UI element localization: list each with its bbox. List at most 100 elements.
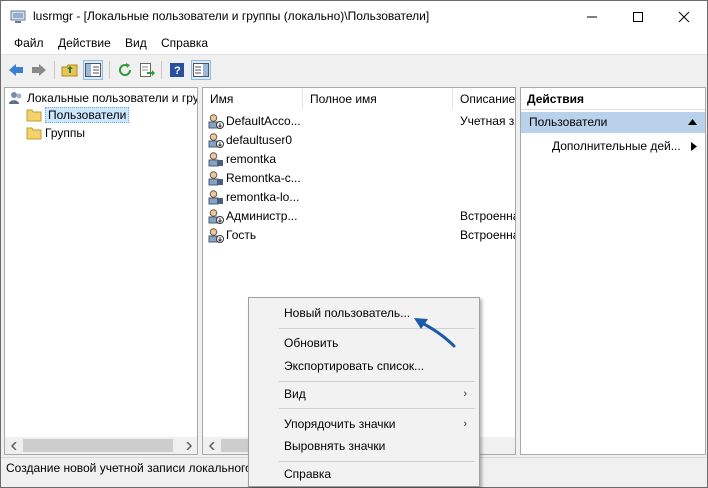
user-name: remontka-lo... <box>226 190 300 204</box>
table-row[interactable]: Remontka-c... <box>203 168 515 187</box>
user-description: Встроенна <box>460 209 516 223</box>
back-button[interactable] <box>6 60 26 80</box>
column-header-description[interactable]: Описание <box>453 88 515 110</box>
user-icon <box>208 190 223 205</box>
scroll-right-button[interactable] <box>180 437 197 454</box>
table-row[interactable]: Гость Встроенна <box>203 225 515 244</box>
toolbar: ? <box>1 54 707 84</box>
back-arrow-icon <box>9 64 23 76</box>
tree-item-groups[interactable]: Группы <box>26 124 85 142</box>
menu-separator <box>279 408 475 409</box>
align-label: Выровнять значки <box>284 439 386 453</box>
menu-separator <box>279 381 475 382</box>
computer-management-icon <box>10 10 26 23</box>
show-action-pane-button[interactable] <box>191 60 211 80</box>
table-row[interactable]: remontka-lo... <box>203 187 515 206</box>
window-title: lusrmgr - [Локальные пользователи и груп… <box>33 9 430 23</box>
user-name: remontka <box>226 152 277 166</box>
folder-icon <box>26 127 42 140</box>
actions-section-users[interactable]: Пользователи <box>521 112 705 133</box>
tree-root[interactable]: Локальные пользователи и гру <box>8 89 198 107</box>
toolbar-separator <box>109 61 110 79</box>
minimize-icon <box>587 16 597 18</box>
tree-item-users[interactable]: Пользователи <box>26 106 130 124</box>
chevron-right-icon: › <box>463 418 467 430</box>
annotation-arrow-icon <box>414 318 456 348</box>
user-name: Remontka-c... <box>226 171 301 185</box>
export-label: Экспортировать список... <box>284 359 425 373</box>
export-icon <box>140 63 155 77</box>
scroll-thumb[interactable] <box>23 439 173 452</box>
refresh-icon <box>119 63 132 76</box>
scroll-left-button[interactable] <box>5 437 22 454</box>
close-button[interactable] <box>661 1 707 32</box>
tree-horizontal-scrollbar[interactable] <box>5 437 197 454</box>
tree-item-groups-label: Группы <box>45 126 85 140</box>
user-name: DefaultAcco... <box>226 114 301 128</box>
menu-view[interactable]: Вид <box>125 36 147 50</box>
user-icon <box>208 209 224 224</box>
tree-root-label: Локальные пользователи и гру <box>27 91 198 105</box>
title-bar[interactable]: lusrmgr - [Локальные пользователи и груп… <box>1 1 707 32</box>
help-button[interactable]: ? <box>167 60 187 80</box>
status-text: Создание новой учетной записи локального <box>6 461 252 475</box>
arrange-label: Упорядочить значки <box>284 417 396 431</box>
show-tree-button[interactable] <box>83 60 103 80</box>
user-icon <box>208 228 224 243</box>
action-pane-icon <box>193 63 209 77</box>
chevron-left-icon <box>10 441 17 450</box>
table-row[interactable]: remontka <box>203 149 515 168</box>
menu-file[interactable]: Файл <box>14 36 44 50</box>
collapse-up-icon <box>688 119 697 125</box>
user-name: defaultuser0 <box>226 133 293 147</box>
menu-item-view[interactable]: Вид › <box>249 383 479 405</box>
user-icon <box>208 152 223 167</box>
up-folder-icon <box>61 64 78 77</box>
toolbar-separator <box>54 61 55 79</box>
chevron-right-icon <box>185 441 192 450</box>
table-row[interactable]: Администр... Встроенна <box>203 206 515 225</box>
actions-section-label: Пользователи <box>529 115 608 129</box>
table-row[interactable]: defaultuser0 <box>203 130 515 149</box>
menu-item-align-icons[interactable]: Выровнять значки <box>249 435 479 457</box>
chevron-left-icon <box>208 441 215 450</box>
menu-item-arrange-icons[interactable]: Упорядочить значки › <box>249 413 479 435</box>
export-list-button[interactable] <box>137 60 157 80</box>
help-label: Справка <box>284 467 332 481</box>
minimize-button[interactable] <box>569 1 615 32</box>
forward-button[interactable] <box>29 60 49 80</box>
user-name: Администр... <box>226 209 298 223</box>
show-tree-icon <box>85 63 101 77</box>
forward-arrow-icon <box>32 64 46 76</box>
user-description: Встроенна <box>460 228 516 242</box>
users-groups-icon <box>9 92 22 104</box>
view-label: Вид <box>284 387 306 401</box>
new-user-label: Новый пользователь... <box>284 306 411 320</box>
maximize-icon <box>633 12 643 22</box>
maximize-button[interactable] <box>615 1 661 32</box>
help-icon: ? <box>170 63 184 77</box>
actions-title: Действия <box>521 88 705 110</box>
user-name: Гость <box>226 228 257 242</box>
scroll-left-button[interactable] <box>203 437 220 454</box>
menu-item-help[interactable]: Справка <box>249 463 479 485</box>
column-header-fullname[interactable]: Полное имя <box>303 88 453 110</box>
menu-action[interactable]: Действие <box>58 36 111 50</box>
user-icon <box>208 133 224 148</box>
toolbar-separator <box>161 61 162 79</box>
submenu-arrow-icon <box>691 142 697 151</box>
more-actions-item[interactable]: Дополнительные дей... <box>552 139 681 153</box>
tree-item-users-label: Пользователи <box>45 107 130 123</box>
table-row[interactable]: DefaultAcco... Учетная з <box>203 111 515 130</box>
column-header-name[interactable]: Имя <box>203 88 303 110</box>
menu-help[interactable]: Справка <box>161 36 208 50</box>
up-level-button[interactable] <box>60 60 80 80</box>
more-actions-label: Дополнительные дей... <box>552 139 681 153</box>
refresh-button[interactable] <box>115 60 135 80</box>
tree-pane[interactable]: Локальные пользователи и гру Пользовател… <box>4 87 198 455</box>
menu-item-export-list[interactable]: Экспортировать список... <box>249 355 479 377</box>
menu-separator <box>279 461 475 462</box>
menu-bar: Файл Действие Вид Справка <box>1 32 707 54</box>
chevron-right-icon: › <box>463 388 467 400</box>
refresh-label: Обновить <box>284 336 339 350</box>
